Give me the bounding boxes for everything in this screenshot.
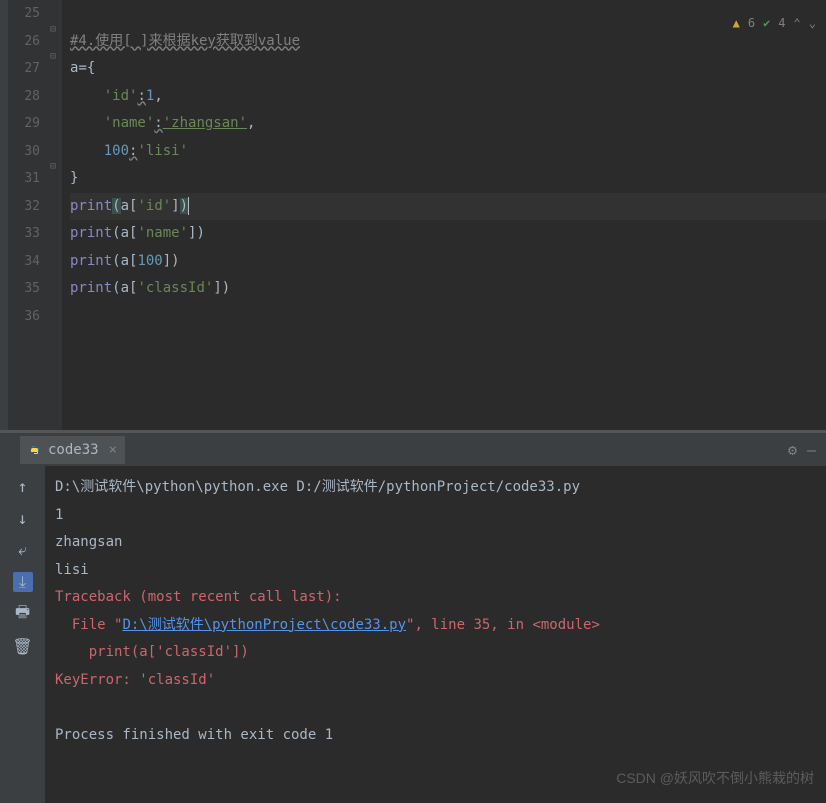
line-number: 29 xyxy=(8,110,40,138)
chevron-down-icon[interactable]: ⌄ xyxy=(809,10,816,38)
output-line: Process finished with exit code 1 xyxy=(55,722,816,750)
cursor xyxy=(188,197,189,215)
error-file-link[interactable]: D:\测试软件\pythonProject\code33.py xyxy=(122,617,406,633)
line-number: 35 xyxy=(8,275,40,303)
code-area[interactable]: #4.使用[ ]来根据key获取到value a={ 'id':1, 'name… xyxy=(62,0,826,430)
line-number: 34 xyxy=(8,248,40,276)
error-line: print(a['classId']) xyxy=(55,639,816,667)
left-bar xyxy=(0,0,8,430)
run-tab-bar: code33 × ⚙ — xyxy=(0,433,826,466)
gutter: 25 26 27 28 29 30 31 32 33 34 35 36 xyxy=(8,0,48,430)
arrow-up-icon[interactable]: ↑ xyxy=(13,476,33,496)
error-line: Traceback (most recent call last): xyxy=(55,584,816,612)
soft-wrap-icon[interactable]: ⤶ xyxy=(13,540,33,560)
fold-column[interactable]: ⊟ ⊟ ⊟ xyxy=(48,0,62,430)
output-line xyxy=(55,694,816,722)
print-icon[interactable]: 🖶 xyxy=(13,604,33,624)
line-number: 33 xyxy=(8,220,40,248)
line-number: 31 xyxy=(8,165,40,193)
line-number: 32 xyxy=(8,193,40,221)
check-icon[interactable]: ✔ xyxy=(763,10,770,38)
fold-end-icon[interactable]: ⊟ xyxy=(50,161,56,172)
output-line: D:\测试软件\python\python.exe D:/测试软件/python… xyxy=(55,474,816,502)
minimize-icon[interactable]: — xyxy=(807,441,816,459)
scroll-end-icon[interactable]: ⤓ xyxy=(13,572,33,592)
line-number: 30 xyxy=(8,138,40,166)
error-line: KeyError: 'classId' xyxy=(55,667,816,695)
line-number: 28 xyxy=(8,83,40,111)
line-number: 27 xyxy=(8,55,40,83)
current-line: print(a['id']) xyxy=(70,193,826,221)
output-line: lisi xyxy=(55,557,816,585)
output-line: zhangsan xyxy=(55,529,816,557)
output-line: 1 xyxy=(55,502,816,530)
chevron-up-icon[interactable]: ⌃ xyxy=(794,10,801,38)
console-toolbar: ↑ ↓ ⤶ ⤓ 🖶 🗑 xyxy=(0,466,45,803)
line-number: 26 xyxy=(8,28,40,56)
tab-label: code33 xyxy=(48,442,99,458)
console-output[interactable]: D:\测试软件\python\python.exe D:/测试软件/python… xyxy=(45,466,826,803)
trash-icon[interactable]: 🗑 xyxy=(13,636,33,656)
gear-icon[interactable]: ⚙ xyxy=(788,441,797,459)
line-number: 25 xyxy=(8,0,40,28)
watermark: CSDN @妖风吹不倒小熊栽的树 xyxy=(616,768,814,788)
warning-count: 6 xyxy=(748,10,755,38)
python-icon xyxy=(28,443,42,457)
warning-icon[interactable]: ▲ xyxy=(733,10,740,38)
error-line: File "D:\测试软件\pythonProject\code33.py", … xyxy=(55,612,816,640)
tab-code33[interactable]: code33 × xyxy=(20,436,125,464)
arrow-down-icon[interactable]: ↓ xyxy=(13,508,33,528)
code-comment: #4.使用[ ]来根据key获取到value xyxy=(70,33,300,49)
inspection-indicators[interactable]: ▲ 6 ✔ 4 ⌃ ⌄ xyxy=(733,10,816,38)
fold-icon[interactable]: ⊟ xyxy=(50,24,56,35)
fold-icon[interactable]: ⊟ xyxy=(50,51,56,62)
editor-area: 25 26 27 28 29 30 31 32 33 34 35 36 ⊟ ⊟ … xyxy=(0,0,826,430)
line-number: 36 xyxy=(8,303,40,331)
close-icon[interactable]: × xyxy=(109,442,117,458)
console-panel: ↑ ↓ ⤶ ⤓ 🖶 🗑 D:\测试软件\python\python.exe D:… xyxy=(0,466,826,803)
check-count: 4 xyxy=(778,10,785,38)
